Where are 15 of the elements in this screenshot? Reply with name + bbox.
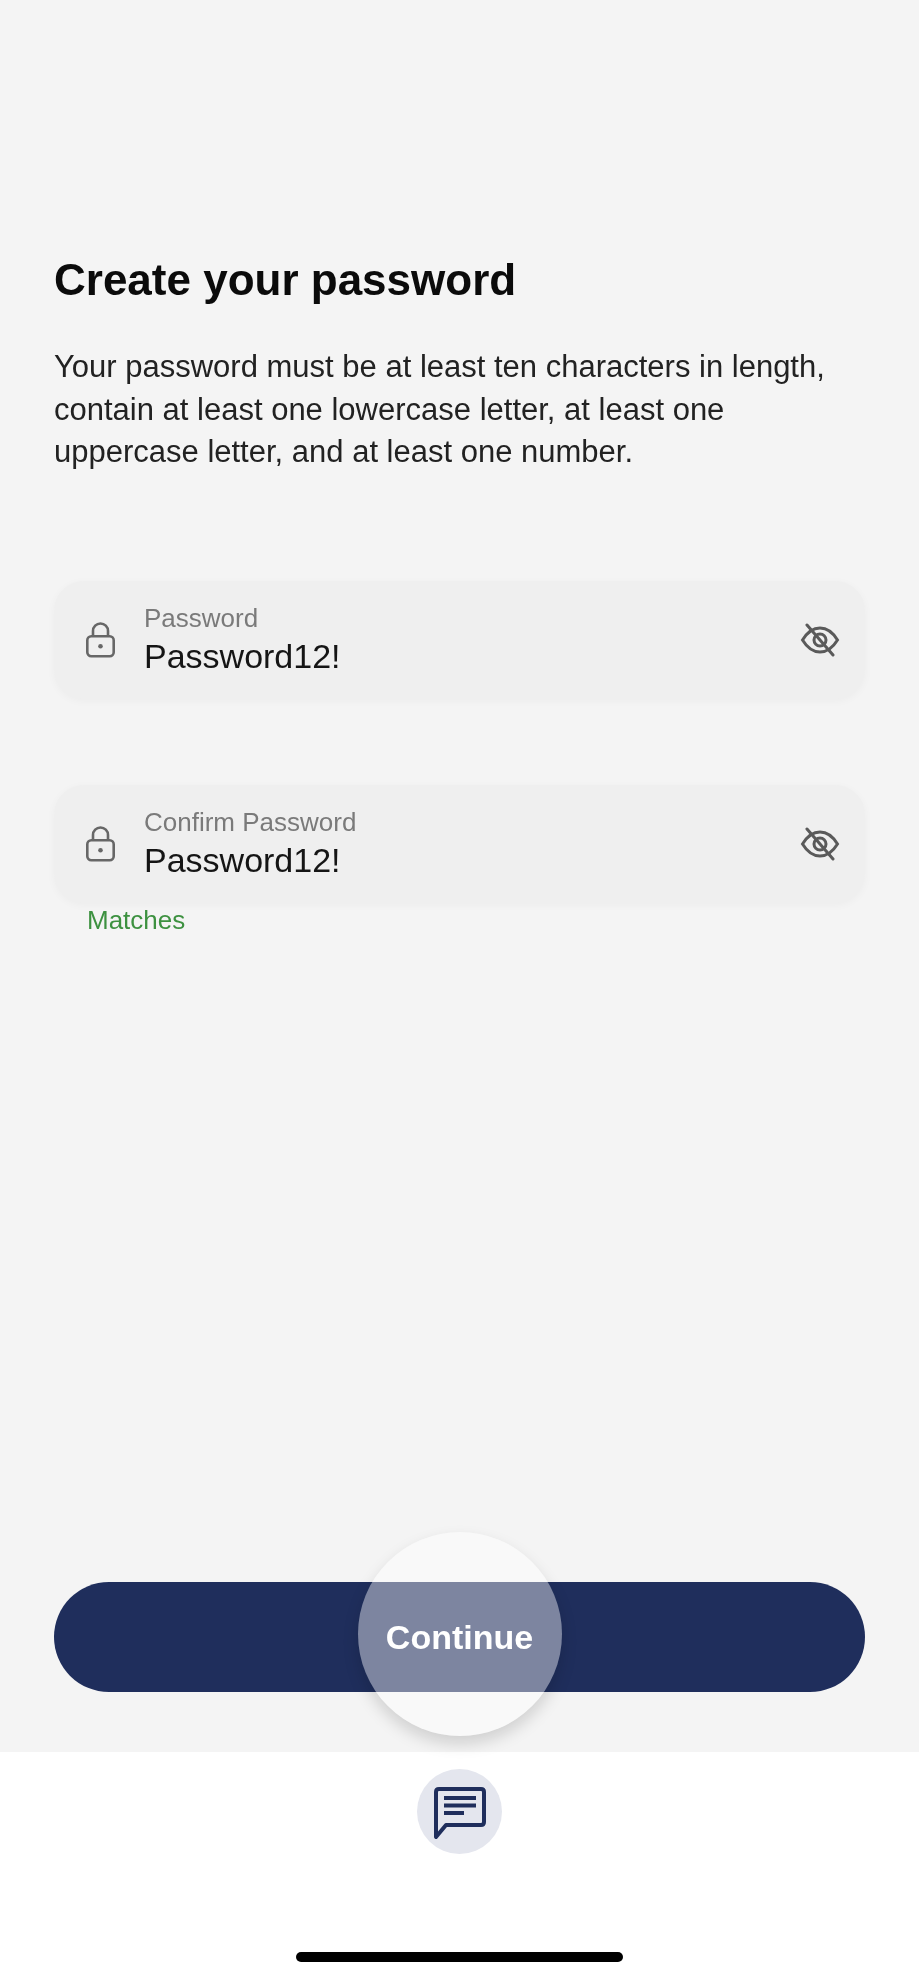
eye-slash-icon[interactable] bbox=[800, 622, 840, 657]
password-field[interactable]: Password Password12! bbox=[54, 580, 865, 699]
chat-bubble-icon[interactable] bbox=[417, 1769, 502, 1854]
continue-button[interactable]: Continue bbox=[54, 1582, 865, 1692]
eye-slash-icon[interactable] bbox=[800, 826, 840, 861]
lock-icon bbox=[85, 825, 116, 862]
match-status-text: Matches bbox=[87, 904, 186, 936]
lock-icon bbox=[85, 621, 116, 658]
page-title: Create your password bbox=[54, 254, 517, 306]
field-label: Password bbox=[144, 603, 259, 633]
field-label: Confirm Password bbox=[144, 807, 357, 837]
field-value: Password12! bbox=[144, 840, 341, 880]
password-field[interactable]: Confirm Password Password12! bbox=[54, 784, 865, 903]
password-requirements-text: Your password must be at least ten characters in length, contain at least one lowercase letter, at least one uppercase letter, and at least one number. bbox=[54, 348, 826, 471]
field-value: Password12! bbox=[144, 636, 341, 676]
